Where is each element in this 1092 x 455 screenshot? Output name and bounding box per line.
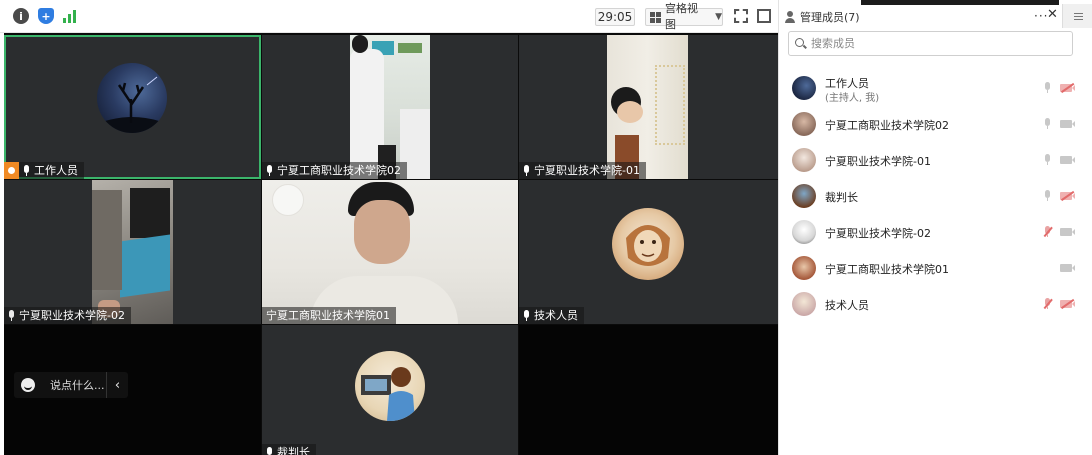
member-name: 宁夏职业技术学院-01 bbox=[825, 155, 931, 168]
top-toolbar: i + 29:05 宫格视图 ▼ bbox=[0, 0, 778, 33]
panel-top-strip bbox=[861, 0, 1059, 5]
view-mode-button[interactable]: 宫格视图 ▼ bbox=[645, 2, 723, 31]
emoji-icon[interactable] bbox=[21, 378, 35, 392]
microphone-icon bbox=[23, 165, 30, 176]
participant-label: 工作人员 bbox=[4, 162, 84, 179]
camera-off-icon[interactable] bbox=[1060, 190, 1075, 201]
info-icon[interactable]: i bbox=[13, 8, 29, 24]
microphone-icon[interactable] bbox=[1044, 118, 1051, 130]
participant-name: 工作人员 bbox=[34, 164, 78, 177]
video-tile[interactable]: 宁夏职业技术学院-02 bbox=[4, 180, 261, 324]
member-avatar bbox=[792, 112, 816, 136]
video-tile[interactable]: 技术人员 bbox=[519, 180, 778, 324]
participant-name: 技术人员 bbox=[534, 309, 578, 322]
chevron-left-icon[interactable]: ‹ bbox=[106, 372, 128, 398]
member-name: 宁夏职业技术学院-02 bbox=[825, 227, 931, 240]
member-row[interactable]: 工作人员 (主持人, 我) bbox=[779, 71, 1079, 105]
meeting-window: i + 29:05 宫格视图 ▼ 工作人员 宁夏工商职业技术学院02 宁夏职业技… bbox=[0, 0, 1092, 455]
participant-label: 宁夏工商职业技术学院02 bbox=[262, 162, 407, 179]
participant-avatar bbox=[97, 63, 167, 133]
close-icon[interactable]: ✕ bbox=[1047, 7, 1058, 22]
signal-bars-icon[interactable] bbox=[63, 9, 77, 23]
camera-icon[interactable] bbox=[1060, 228, 1075, 236]
member-avatar bbox=[792, 220, 816, 244]
member-row[interactable]: 技术人员 bbox=[779, 287, 1079, 321]
shield-icon[interactable]: + bbox=[38, 8, 54, 24]
menu-icon[interactable] bbox=[1062, 4, 1092, 28]
camera-feed bbox=[262, 180, 518, 324]
chat-input-bar[interactable]: 说点什么... ‹ bbox=[14, 372, 128, 398]
microphone-muted-icon bbox=[8, 310, 15, 321]
member-avatar bbox=[792, 292, 816, 316]
person-icon bbox=[784, 11, 796, 23]
participant-name: 裁判长 bbox=[277, 446, 310, 455]
search-input[interactable] bbox=[811, 37, 1051, 50]
participant-avatar bbox=[612, 208, 684, 280]
participant-label: 裁判长 bbox=[262, 444, 316, 455]
camera-off-icon[interactable] bbox=[1060, 298, 1075, 309]
member-row[interactable]: 宁夏职业技术学院-01 bbox=[779, 143, 1079, 177]
host-icon bbox=[4, 162, 19, 179]
participant-name: 宁夏职业技术学院-01 bbox=[534, 164, 640, 177]
microphone-muted-icon[interactable] bbox=[1043, 298, 1053, 310]
member-avatar bbox=[792, 76, 816, 100]
member-avatar bbox=[792, 184, 816, 208]
camera-off-icon[interactable] bbox=[1060, 82, 1075, 93]
participant-label: 宁夏工商职业技术学院01 bbox=[262, 307, 396, 324]
member-name: 技术人员 bbox=[825, 299, 869, 312]
participant-label: 技术人员 bbox=[519, 307, 584, 324]
video-tile[interactable]: 工作人员 bbox=[4, 35, 261, 179]
member-row[interactable]: 宁夏职业技术学院-02 bbox=[779, 215, 1079, 249]
member-avatar bbox=[792, 148, 816, 172]
panel-toggle-icon[interactable] bbox=[757, 9, 771, 23]
member-name: 宁夏工商职业技术学院01 bbox=[825, 263, 949, 276]
member-search[interactable] bbox=[788, 31, 1073, 56]
microphone-muted-icon[interactable] bbox=[1043, 226, 1053, 238]
member-role: (主持人, 我) bbox=[825, 93, 880, 104]
video-tile[interactable]: 宁夏职业技术学院-01 bbox=[519, 35, 778, 179]
member-avatar bbox=[792, 256, 816, 280]
meeting-timer: 29:05 bbox=[595, 8, 635, 26]
chevron-down-icon: ▼ bbox=[715, 12, 722, 22]
microphone-icon[interactable] bbox=[1044, 190, 1051, 202]
camera-feed bbox=[92, 180, 173, 324]
camera-icon[interactable] bbox=[1060, 156, 1075, 164]
microphone-icon bbox=[523, 165, 530, 176]
participant-name: 宁夏工商职业技术学院01 bbox=[266, 309, 390, 322]
search-icon bbox=[795, 38, 806, 49]
microphone-icon bbox=[266, 447, 273, 455]
grid-view-icon bbox=[650, 11, 661, 23]
member-name: 宁夏工商职业技术学院02 bbox=[825, 119, 949, 132]
chat-placeholder[interactable]: 说点什么... bbox=[50, 377, 105, 393]
microphone-icon[interactable] bbox=[1044, 154, 1051, 166]
video-tile-empty bbox=[519, 325, 778, 455]
participant-name: 宁夏工商职业技术学院02 bbox=[277, 164, 401, 177]
member-name: 裁判长 bbox=[825, 191, 858, 204]
members-panel: 管理成员(7) ··· ✕ 工作人员 (主持人, 我) 宁夏工商职业技术学院02 bbox=[778, 0, 1092, 455]
video-tile[interactable]: 宁夏工商职业技术学院01 bbox=[262, 180, 518, 324]
member-row[interactable]: 宁夏工商职业技术学院01 bbox=[779, 251, 1079, 285]
camera-icon[interactable] bbox=[1060, 120, 1075, 128]
panel-title: 管理成员(7) bbox=[800, 11, 860, 24]
video-tile[interactable]: 裁判长 bbox=[262, 325, 518, 455]
participant-label: 宁夏职业技术学院-02 bbox=[4, 307, 131, 324]
microphone-icon bbox=[266, 165, 273, 176]
participant-label: 宁夏职业技术学院-01 bbox=[519, 162, 646, 179]
view-mode-label: 宫格视图 bbox=[665, 2, 698, 31]
camera-feed bbox=[350, 35, 430, 179]
participant-avatar bbox=[355, 351, 425, 421]
participant-name: 宁夏职业技术学院-02 bbox=[19, 309, 125, 322]
microphone-muted-icon bbox=[523, 310, 530, 321]
camera-feed bbox=[607, 35, 688, 179]
video-tile[interactable]: 宁夏工商职业技术学院02 bbox=[262, 35, 518, 179]
fullscreen-icon[interactable] bbox=[734, 9, 748, 23]
camera-icon[interactable] bbox=[1060, 264, 1075, 272]
member-row[interactable]: 裁判长 bbox=[779, 179, 1079, 213]
microphone-icon[interactable] bbox=[1044, 82, 1051, 94]
member-row[interactable]: 宁夏工商职业技术学院02 bbox=[779, 107, 1079, 141]
